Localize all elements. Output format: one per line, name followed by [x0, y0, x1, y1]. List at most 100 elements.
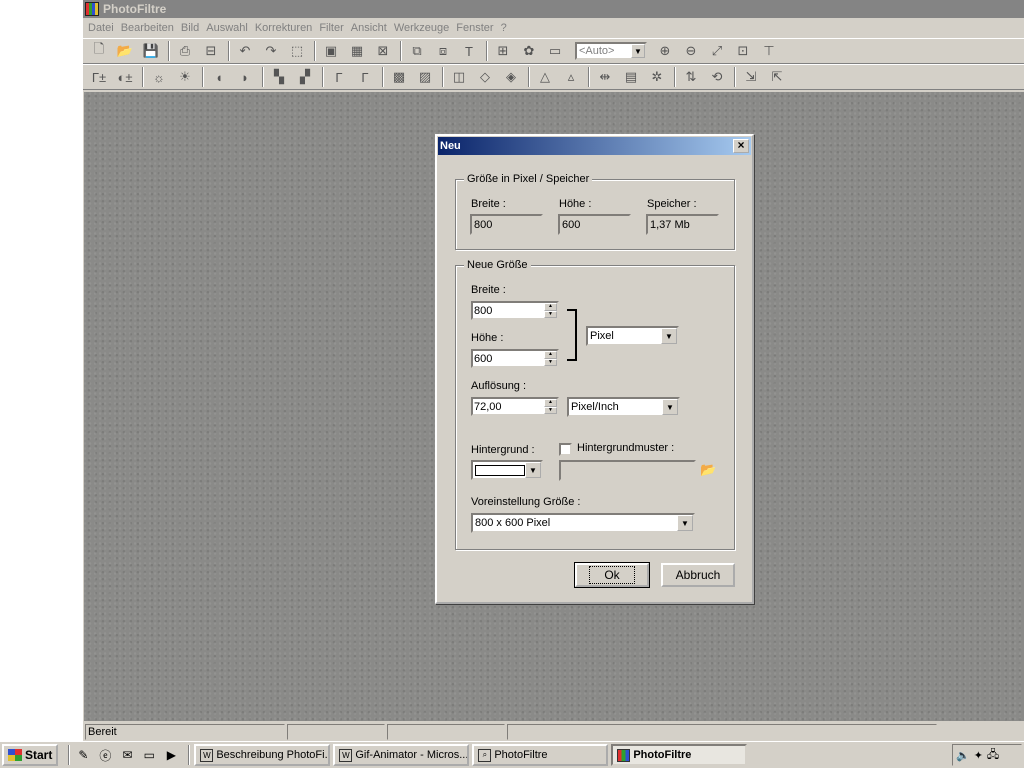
folder-open-icon[interactable]: 📂: [700, 462, 716, 478]
saturation-plus-icon[interactable]: ▞: [293, 66, 317, 88]
chevron-down-icon[interactable]: ▼: [631, 44, 645, 58]
spin-buttons[interactable]: ▲ ▼: [544, 303, 557, 318]
transform-icon[interactable]: ⊠: [371, 40, 395, 62]
image-tool-2-icon[interactable]: ⧈: [431, 40, 455, 62]
select-all-icon[interactable]: ⬚: [285, 40, 309, 62]
menu-bild[interactable]: Bild: [180, 22, 205, 34]
pattern-checkbox[interactable]: [559, 443, 572, 456]
image-tool-icon[interactable]: ⧉: [405, 40, 429, 62]
media-player-icon[interactable]: ▶: [162, 746, 180, 764]
spin-down-icon[interactable]: ▼: [544, 310, 557, 318]
sharpen-icon[interactable]: ◈: [499, 66, 523, 88]
ok-button[interactable]: Ok: [574, 562, 650, 588]
auto-levels-icon[interactable]: Γ±: [87, 66, 111, 88]
flip-icon[interactable]: ⇅: [679, 66, 703, 88]
menu-help[interactable]: ?: [500, 22, 513, 34]
color-fill-icon[interactable]: ▣: [319, 40, 343, 62]
menu-werkzeuge[interactable]: Werkzeuge: [393, 22, 455, 34]
undo-icon[interactable]: ↶: [233, 40, 257, 62]
mirror-icon[interactable]: ◫: [447, 66, 471, 88]
tray-app-icon[interactable]: ✦: [974, 749, 983, 762]
sharpen-more-icon[interactable]: ▵: [559, 66, 583, 88]
text-tool-icon[interactable]: T: [457, 40, 481, 62]
menu-fenster[interactable]: Fenster: [455, 22, 499, 34]
spin-down-icon[interactable]: ▼: [544, 406, 557, 414]
effects-icon[interactable]: ✲: [645, 66, 669, 88]
grid-icon[interactable]: ▦: [345, 40, 369, 62]
show-desktop-icon[interactable]: ▭: [140, 746, 158, 764]
contrast-minus-icon[interactable]: ◖: [207, 66, 231, 88]
background-color-select[interactable]: ▼: [471, 460, 543, 480]
menu-korrekturen[interactable]: Korrekturen: [254, 22, 318, 34]
new-file-icon[interactable]: 🗋: [87, 40, 111, 62]
window-titlebar: PhotoFiltre: [83, 0, 1024, 18]
height-spinner[interactable]: 600 ▲ ▼: [471, 349, 559, 368]
outlook-icon[interactable]: ✉: [118, 746, 136, 764]
menu-bearbeiten[interactable]: Bearbeiten: [120, 22, 180, 34]
menu-auswahl[interactable]: Auswahl: [205, 22, 254, 34]
cancel-button[interactable]: Abbruch: [661, 563, 735, 587]
window-title: PhotoFiltre: [103, 2, 167, 16]
zoom-out-icon[interactable]: ⊖: [679, 40, 703, 62]
spin-buttons[interactable]: ▲ ▼: [544, 399, 557, 414]
blur-icon[interactable]: ◇: [473, 66, 497, 88]
open-folder-icon[interactable]: 📂: [113, 40, 137, 62]
fit-window-icon[interactable]: ⤢: [705, 40, 729, 62]
redo-icon[interactable]: ↷: [259, 40, 283, 62]
resolution-spinner[interactable]: 72,00 ▲ ▼: [471, 397, 559, 416]
edit-icon[interactable]: ✎: [74, 746, 92, 764]
spin-up-icon[interactable]: ▲: [544, 303, 557, 311]
spin-down-icon[interactable]: ▼: [544, 358, 557, 366]
gamma-minus-icon[interactable]: Γ: [327, 66, 351, 88]
menu-filter[interactable]: Filter: [318, 22, 349, 34]
contrast-plus-icon[interactable]: ◗: [233, 66, 257, 88]
resolution-unit-select[interactable]: Pixel/Inch ▼: [567, 397, 680, 417]
chevron-down-icon[interactable]: ▼: [661, 328, 677, 344]
menu-datei[interactable]: Datei: [87, 22, 120, 34]
gamma-plus-icon[interactable]: Γ: [353, 66, 377, 88]
menu-ansicht[interactable]: Ansicht: [350, 22, 393, 34]
sepia-icon[interactable]: ▨: [413, 66, 437, 88]
save-icon[interactable]: 💾: [139, 40, 163, 62]
resize-image-icon[interactable]: ⇲: [739, 66, 763, 88]
rotate-icon[interactable]: ⟲: [705, 66, 729, 88]
chevron-down-icon[interactable]: ▼: [525, 462, 541, 478]
resize-canvas-icon[interactable]: ⇱: [765, 66, 789, 88]
start-button[interactable]: Start: [2, 744, 59, 766]
flip-horizontal-icon[interactable]: ⇹: [593, 66, 617, 88]
task-gif-animator[interactable]: W Gif-Animator - Micros...: [333, 744, 470, 766]
zoom-in-icon[interactable]: ⊕: [653, 40, 677, 62]
saturation-minus-icon[interactable]: ▚: [267, 66, 291, 88]
preset-select[interactable]: 800 x 600 Pixel ▼: [471, 513, 695, 533]
unit-select[interactable]: Pixel ▼: [586, 326, 679, 346]
chevron-down-icon[interactable]: ▼: [677, 515, 693, 531]
auto-contrast-icon[interactable]: ◐±: [113, 66, 137, 88]
chevron-down-icon[interactable]: ▼: [662, 399, 678, 415]
source-height-label: Höhe :: [559, 198, 592, 210]
task-photofiltre[interactable]: ⌕ PhotoFiltre: [472, 744, 609, 766]
spin-up-icon[interactable]: ▲: [544, 351, 557, 359]
scanner-icon[interactable]: ⊟: [199, 40, 223, 62]
start-label: Start: [25, 748, 53, 762]
brightness-plus-icon[interactable]: ☀: [173, 66, 197, 88]
window-icon[interactable]: ▭: [543, 40, 567, 62]
close-icon[interactable]: ×: [733, 139, 749, 153]
network-icon[interactable]: 🖧: [987, 746, 999, 765]
plugin-icon[interactable]: ✿: [517, 40, 541, 62]
layers-icon[interactable]: ⊞: [491, 40, 515, 62]
grayscale-icon[interactable]: ▩: [387, 66, 411, 88]
spin-buttons[interactable]: ▲ ▼: [544, 351, 557, 366]
task-photofiltre-active[interactable]: PhotoFiltre: [611, 744, 748, 766]
fullscreen-icon[interactable]: ⊤: [757, 40, 781, 62]
print-icon[interactable]: ⎙: [173, 40, 197, 62]
volume-icon[interactable]: 🔈: [956, 749, 970, 762]
internet-explorer-icon[interactable]: ⓔ: [96, 746, 114, 764]
spin-up-icon[interactable]: ▲: [544, 399, 557, 407]
zoom-select[interactable]: <Auto> ▼: [575, 42, 647, 60]
width-spinner[interactable]: 800 ▲ ▼: [471, 301, 559, 320]
gradient-icon[interactable]: ▤: [619, 66, 643, 88]
actual-size-icon[interactable]: ⊡: [731, 40, 755, 62]
soften-icon[interactable]: △: [533, 66, 557, 88]
task-beschreibung[interactable]: W Beschreibung PhotoFi...: [194, 744, 331, 766]
brightness-minus-icon[interactable]: ☼: [147, 66, 171, 88]
